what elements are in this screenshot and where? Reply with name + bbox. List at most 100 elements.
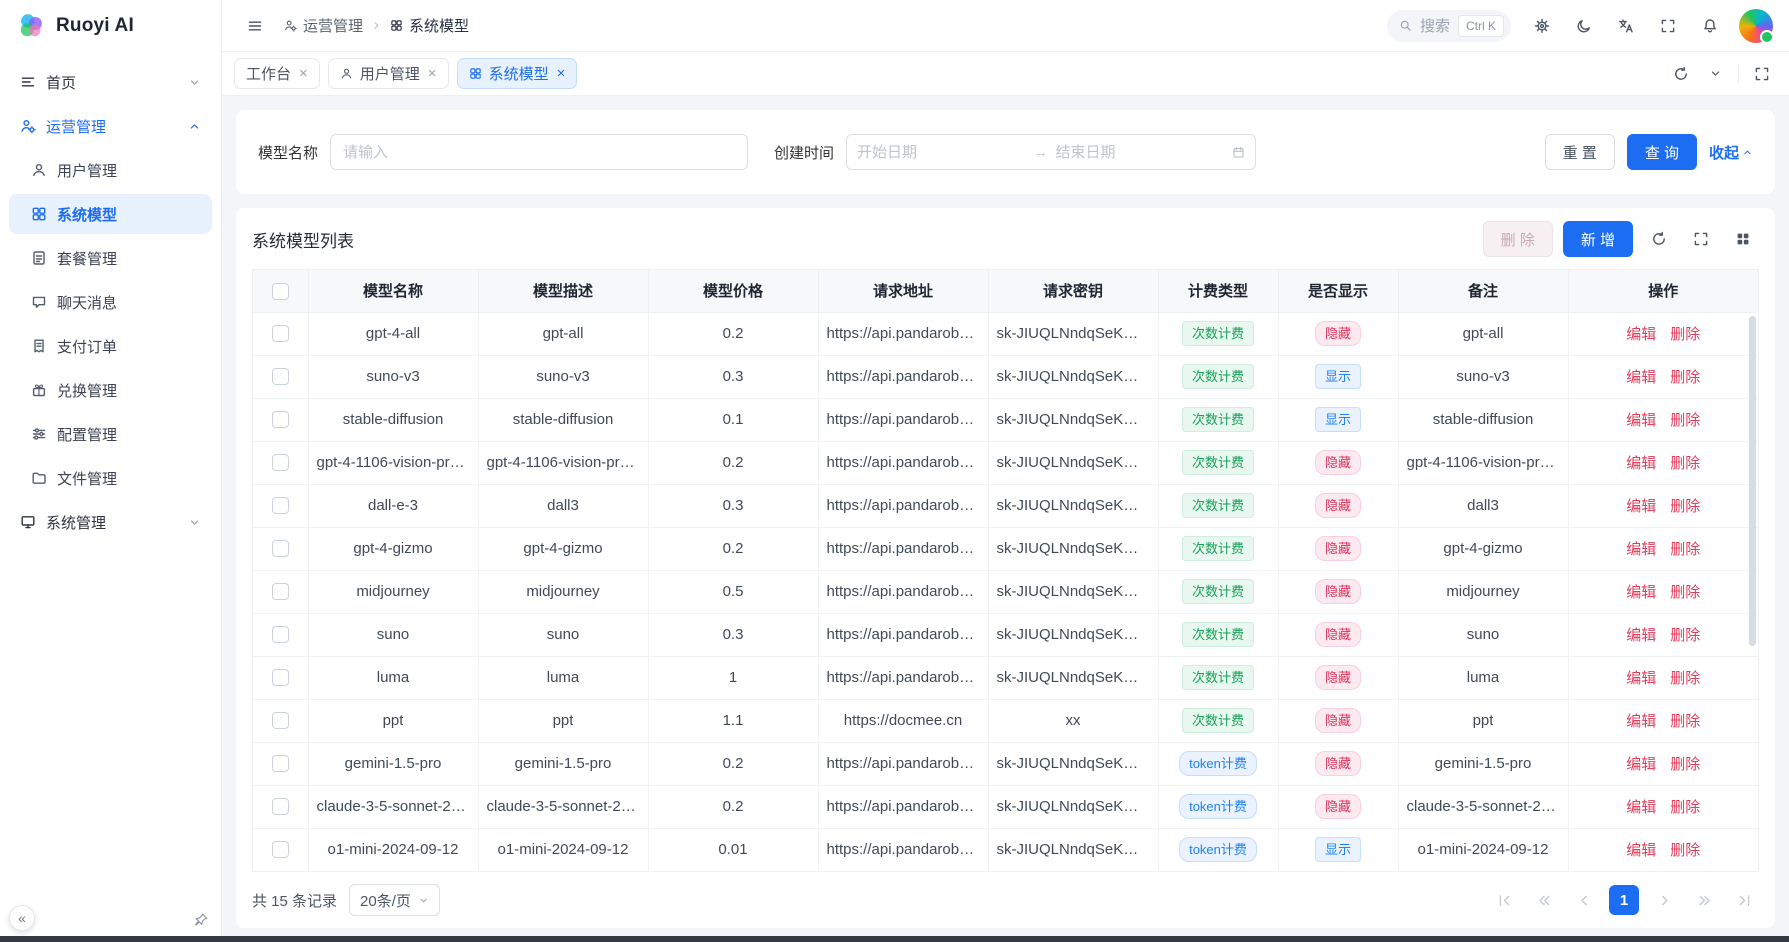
first-page-button[interactable]	[1489, 885, 1519, 915]
edit-link[interactable]: 编辑	[1626, 627, 1656, 644]
end-date-input[interactable]	[1056, 144, 1225, 161]
row-checkbox[interactable]	[272, 454, 289, 471]
search-button[interactable]: 查 询	[1627, 134, 1697, 170]
sidebar-item-label: 聊天消息	[57, 292, 201, 313]
row-checkbox[interactable]	[272, 798, 289, 815]
delete-link[interactable]: 删除	[1670, 412, 1700, 429]
sidebar-collapse-button[interactable]: «	[9, 905, 35, 931]
refresh-page-button[interactable]	[1666, 59, 1696, 89]
sidebar-item-chat-messages[interactable]: 聊天消息	[9, 282, 212, 322]
tab-models[interactable]: 系统模型 ×	[457, 58, 578, 89]
last-page-button[interactable]	[1729, 885, 1759, 915]
row-checkbox[interactable]	[272, 712, 289, 729]
row-checkbox[interactable]	[272, 325, 289, 342]
delete-link[interactable]: 删除	[1670, 498, 1700, 515]
reset-button[interactable]: 重 置	[1545, 134, 1615, 170]
edit-link[interactable]: 编辑	[1626, 756, 1656, 773]
delete-link[interactable]: 删除	[1670, 455, 1700, 472]
row-checkbox[interactable]	[272, 841, 289, 858]
notifications-button[interactable]	[1693, 9, 1727, 43]
sidebar-item-config[interactable]: 配置管理	[9, 414, 212, 454]
delete-link[interactable]: 删除	[1670, 799, 1700, 816]
forward-pages-button[interactable]	[1689, 885, 1719, 915]
fullscreen-button[interactable]	[1651, 9, 1685, 43]
sidebar-item-packages[interactable]: 套餐管理	[9, 238, 212, 278]
breadcrumb-item[interactable]: 系统模型	[390, 15, 469, 36]
start-date-input[interactable]	[857, 144, 1026, 161]
current-page-button[interactable]: 1	[1609, 885, 1639, 915]
row-checkbox[interactable]	[272, 755, 289, 772]
select-all-checkbox[interactable]	[272, 283, 289, 300]
edit-link[interactable]: 编辑	[1626, 326, 1656, 343]
tab-workbench[interactable]: 工作台 ×	[234, 58, 320, 89]
close-icon[interactable]: ×	[299, 66, 308, 81]
edit-link[interactable]: 编辑	[1626, 584, 1656, 601]
table-row: suno suno 0.3 https://api.pandarobo... s…	[253, 613, 1758, 656]
row-checkbox[interactable]	[272, 497, 289, 514]
pin-icon[interactable]	[193, 912, 209, 928]
row-checkbox[interactable]	[272, 540, 289, 557]
model-name-input[interactable]	[330, 134, 748, 170]
back-pages-button[interactable]	[1529, 885, 1559, 915]
request-url-cell: https://api.pandarobo...	[827, 540, 980, 557]
edit-link[interactable]: 编辑	[1626, 541, 1656, 558]
sidebar-item-models[interactable]: 系统模型	[9, 194, 212, 234]
batch-delete-button[interactable]: 删 除	[1483, 221, 1553, 257]
row-checkbox[interactable]	[272, 368, 289, 385]
language-button[interactable]	[1609, 9, 1643, 43]
delete-link[interactable]: 删除	[1670, 369, 1700, 386]
delete-link[interactable]: 删除	[1670, 627, 1700, 644]
delete-link[interactable]: 删除	[1670, 842, 1700, 859]
delete-link[interactable]: 删除	[1670, 713, 1700, 730]
collapse-filter-link[interactable]: 收起	[1709, 142, 1753, 163]
row-checkbox[interactable]	[272, 411, 289, 428]
delete-link[interactable]: 删除	[1670, 756, 1700, 773]
theme-toggle-button[interactable]	[1567, 9, 1601, 43]
edit-link[interactable]: 编辑	[1626, 412, 1656, 429]
edit-link[interactable]: 编辑	[1626, 713, 1656, 730]
sidebar-item-files[interactable]: 文件管理	[9, 458, 212, 498]
sidebar-item-operations[interactable]: 运营管理	[9, 106, 212, 146]
tab-users[interactable]: 用户管理 ×	[328, 58, 449, 89]
sidebar-item-pay-orders[interactable]: 支付订单	[9, 326, 212, 366]
edit-link[interactable]: 编辑	[1626, 799, 1656, 816]
sidebar-item-users[interactable]: 用户管理	[9, 150, 212, 190]
tabs-menu-button[interactable]	[1700, 59, 1730, 89]
table-fullscreen-button[interactable]	[1685, 223, 1717, 255]
add-button[interactable]: 新 增	[1563, 221, 1633, 257]
row-checkbox[interactable]	[272, 669, 289, 686]
next-page-button[interactable]	[1649, 885, 1679, 915]
sidebar-item-redeem[interactable]: 兑换管理	[9, 370, 212, 410]
edit-link[interactable]: 编辑	[1626, 369, 1656, 386]
row-checkbox[interactable]	[272, 583, 289, 600]
sidebar-toggle-button[interactable]	[238, 9, 272, 43]
date-range-picker[interactable]: →	[846, 134, 1256, 170]
user-avatar[interactable]	[1739, 9, 1773, 43]
sidebar-item-system[interactable]: 系统管理	[9, 502, 212, 542]
global-search[interactable]: 搜索 Ctrl K	[1387, 10, 1511, 42]
edit-link[interactable]: 编辑	[1626, 670, 1656, 687]
delete-link[interactable]: 删除	[1670, 670, 1700, 687]
edit-link[interactable]: 编辑	[1626, 455, 1656, 472]
model-name-cell: gemini-1.5-pro	[345, 755, 442, 772]
table-scrollbar-thumb[interactable]	[1749, 316, 1756, 646]
column-settings-button[interactable]	[1727, 223, 1759, 255]
prev-page-button[interactable]	[1569, 885, 1599, 915]
model-price-cell: 0.01	[718, 841, 747, 858]
settings-button[interactable]	[1525, 9, 1559, 43]
breadcrumb-item[interactable]: 运营管理	[284, 15, 363, 36]
refresh-table-button[interactable]	[1643, 223, 1675, 255]
delete-link[interactable]: 删除	[1670, 584, 1700, 601]
page-size-value: 20条/页	[360, 890, 411, 911]
app-logo[interactable]: Ruoyi AI	[0, 0, 221, 52]
delete-link[interactable]: 删除	[1670, 541, 1700, 558]
sidebar-item-home[interactable]: 首页	[9, 62, 212, 102]
edit-link[interactable]: 编辑	[1626, 842, 1656, 859]
delete-link[interactable]: 删除	[1670, 326, 1700, 343]
close-icon[interactable]: ×	[557, 66, 566, 81]
close-icon[interactable]: ×	[428, 66, 437, 81]
edit-link[interactable]: 编辑	[1626, 498, 1656, 515]
row-checkbox[interactable]	[272, 626, 289, 643]
content-fullscreen-button[interactable]	[1747, 59, 1777, 89]
page-size-select[interactable]: 20条/页	[349, 884, 440, 916]
